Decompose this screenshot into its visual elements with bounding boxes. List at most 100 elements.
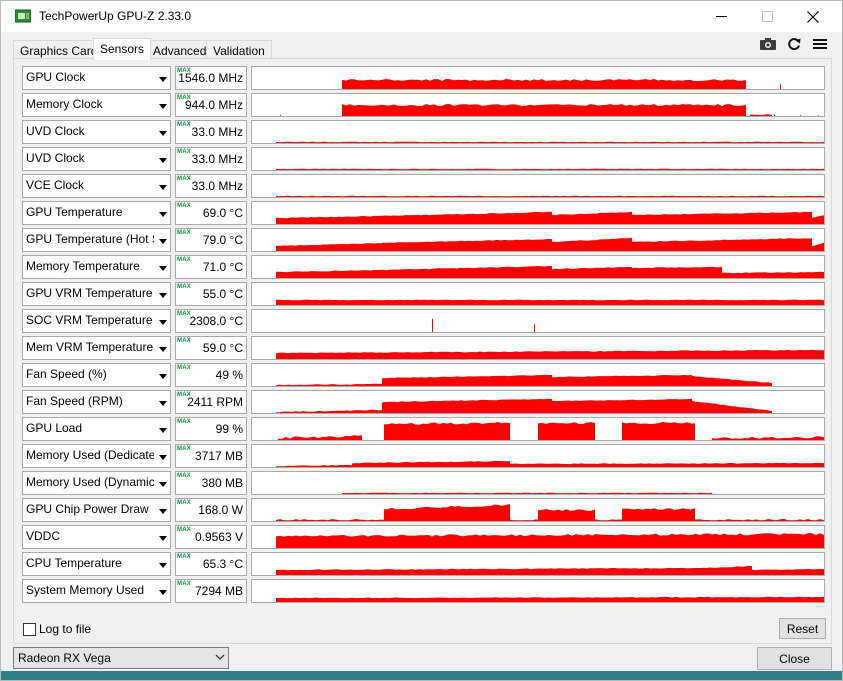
- sensor-dropdown-button[interactable]: [154, 67, 170, 89]
- max-badge: MAX: [177, 500, 191, 506]
- sensor-dropdown-button[interactable]: [154, 364, 170, 386]
- sensor-value-text: 55.0 °C: [202, 287, 243, 301]
- sensor-sparkline: [276, 237, 824, 251]
- sensor-graph[interactable]: [251, 147, 825, 171]
- sparkline-area: [276, 398, 772, 413]
- sensor-dropdown-button[interactable]: [154, 499, 170, 521]
- sensor-graph[interactable]: [251, 228, 825, 252]
- log-checkbox-box[interactable]: [23, 622, 36, 636]
- sensor-dropdown-button[interactable]: [154, 418, 170, 440]
- sensor-graph[interactable]: [251, 525, 825, 549]
- sensor-name[interactable]: VDDC: [22, 525, 171, 549]
- sensor-value: MAX 380 MB: [175, 471, 247, 495]
- sensor-graph[interactable]: [251, 498, 825, 522]
- sensor-dropdown-button[interactable]: [154, 94, 170, 116]
- sensor-name-label: VDDC: [26, 529, 61, 543]
- minimize-button[interactable]: [698, 1, 744, 32]
- sensor-graph[interactable]: [251, 93, 825, 117]
- close-window-button[interactable]: [790, 1, 836, 32]
- sensor-name[interactable]: Memory Temperature: [22, 255, 171, 279]
- sensor-name[interactable]: GPU Temperature (Hot Spot): [22, 228, 171, 252]
- sensor-graph[interactable]: [251, 417, 825, 441]
- sensor-name[interactable]: GPU Temperature: [22, 201, 171, 225]
- sensor-dropdown-button[interactable]: [154, 580, 170, 602]
- sensor-name[interactable]: VCE Clock: [22, 174, 171, 198]
- sensor-dropdown-button[interactable]: [154, 283, 170, 305]
- sensor-name[interactable]: Fan Speed (%): [22, 363, 171, 387]
- sensor-name[interactable]: GPU Clock: [22, 66, 171, 90]
- sensor-graph[interactable]: [251, 66, 825, 90]
- tab-advanced[interactable]: Advanced: [146, 40, 214, 59]
- sensor-dropdown-button[interactable]: [154, 526, 170, 548]
- sensor-graph[interactable]: [251, 120, 825, 144]
- sensor-name[interactable]: GPU Load: [22, 417, 171, 441]
- sensor-graph[interactable]: [251, 471, 825, 495]
- tab-sensors[interactable]: Sensors: [93, 38, 152, 60]
- menu-button[interactable]: [809, 35, 831, 53]
- sensor-graph[interactable]: [251, 552, 825, 576]
- sensor-dropdown-button[interactable]: [154, 553, 170, 575]
- sensor-dropdown-button[interactable]: [154, 175, 170, 197]
- sensor-graph[interactable]: [251, 282, 825, 306]
- sensor-graph[interactable]: [251, 309, 825, 333]
- sensor-name[interactable]: Fan Speed (RPM): [22, 390, 171, 414]
- sensor-name[interactable]: UVD Clock: [22, 147, 171, 171]
- sensor-name[interactable]: Memory Used (Dynamic): [22, 471, 171, 495]
- close-button[interactable]: Close: [757, 647, 832, 670]
- sensor-graph[interactable]: [251, 444, 825, 468]
- sensor-value: MAX 33.0 MHz: [175, 147, 247, 171]
- sensor-graph[interactable]: [251, 390, 825, 414]
- sensor-dropdown-button[interactable]: [154, 310, 170, 332]
- sensor-dropdown-button[interactable]: [154, 472, 170, 494]
- sensor-graph[interactable]: [251, 336, 825, 360]
- dropdown-arrow-icon: [159, 346, 167, 352]
- dropdown-arrow-icon: [159, 400, 167, 406]
- log-to-file-checkbox[interactable]: Log to file: [23, 621, 91, 637]
- max-badge: MAX: [177, 419, 191, 425]
- refresh-button[interactable]: [783, 35, 805, 53]
- sensor-name[interactable]: UVD Clock: [22, 120, 171, 144]
- gpu-select[interactable]: Radeon RX Vega: [13, 647, 229, 669]
- sensor-name[interactable]: GPU VRM Temperature: [22, 282, 171, 306]
- sensor-dropdown-button[interactable]: [154, 337, 170, 359]
- sensor-name[interactable]: Mem VRM Temperature: [22, 336, 171, 360]
- sparkline-area: [276, 195, 824, 197]
- sensor-value-text: 65.3 °C: [202, 557, 243, 571]
- reset-button[interactable]: Reset: [779, 618, 826, 639]
- sensor-dropdown-button[interactable]: [154, 229, 170, 251]
- sensor-name[interactable]: GPU Chip Power Draw: [22, 498, 171, 522]
- sensor-graph[interactable]: [251, 174, 825, 198]
- sensor-name[interactable]: CPU Temperature: [22, 552, 171, 576]
- sensor-name-label: Memory Clock: [26, 97, 103, 111]
- sensor-dropdown-button[interactable]: [154, 256, 170, 278]
- tab-validation[interactable]: Validation: [206, 40, 272, 59]
- sensor-sparkline: [276, 211, 824, 224]
- tab-graphics-card[interactable]: Graphics Card: [13, 40, 105, 59]
- sensor-graph[interactable]: [251, 201, 825, 225]
- sensor-name[interactable]: Memory Used (Dedicated): [22, 444, 171, 468]
- sensor-name[interactable]: SOC VRM Temperature: [22, 309, 171, 333]
- sensor-dropdown-button[interactable]: [154, 445, 170, 467]
- sensor-name[interactable]: Memory Clock: [22, 93, 171, 117]
- dropdown-arrow-icon: [159, 319, 167, 325]
- sensor-dropdown-button[interactable]: [154, 148, 170, 170]
- sensor-graph[interactable]: [251, 579, 825, 603]
- sensor-name-label: Memory Temperature: [26, 259, 140, 273]
- sensor-name-label: System Memory Used: [26, 583, 145, 597]
- sensor-graph[interactable]: [251, 255, 825, 279]
- sensor-dropdown-button[interactable]: [154, 202, 170, 224]
- sensor-dropdown-button[interactable]: [154, 391, 170, 413]
- max-badge: MAX: [177, 365, 191, 371]
- sensor-value: MAX 1546.0 MHz: [175, 66, 247, 90]
- dropdown-arrow-icon: [159, 238, 167, 244]
- sensor-name-label: GPU Temperature (Hot Spot): [26, 232, 171, 246]
- sparkline-area: [276, 237, 824, 251]
- sparkline-area: [276, 211, 824, 224]
- sensor-dropdown-button[interactable]: [154, 121, 170, 143]
- sensor-graph[interactable]: [251, 363, 825, 387]
- sensor-value-text: 33.0 MHz: [191, 179, 243, 193]
- max-badge: MAX: [177, 284, 191, 290]
- screenshot-button[interactable]: [757, 35, 779, 53]
- camera-icon: [760, 38, 776, 50]
- sensor-name[interactable]: System Memory Used: [22, 579, 171, 603]
